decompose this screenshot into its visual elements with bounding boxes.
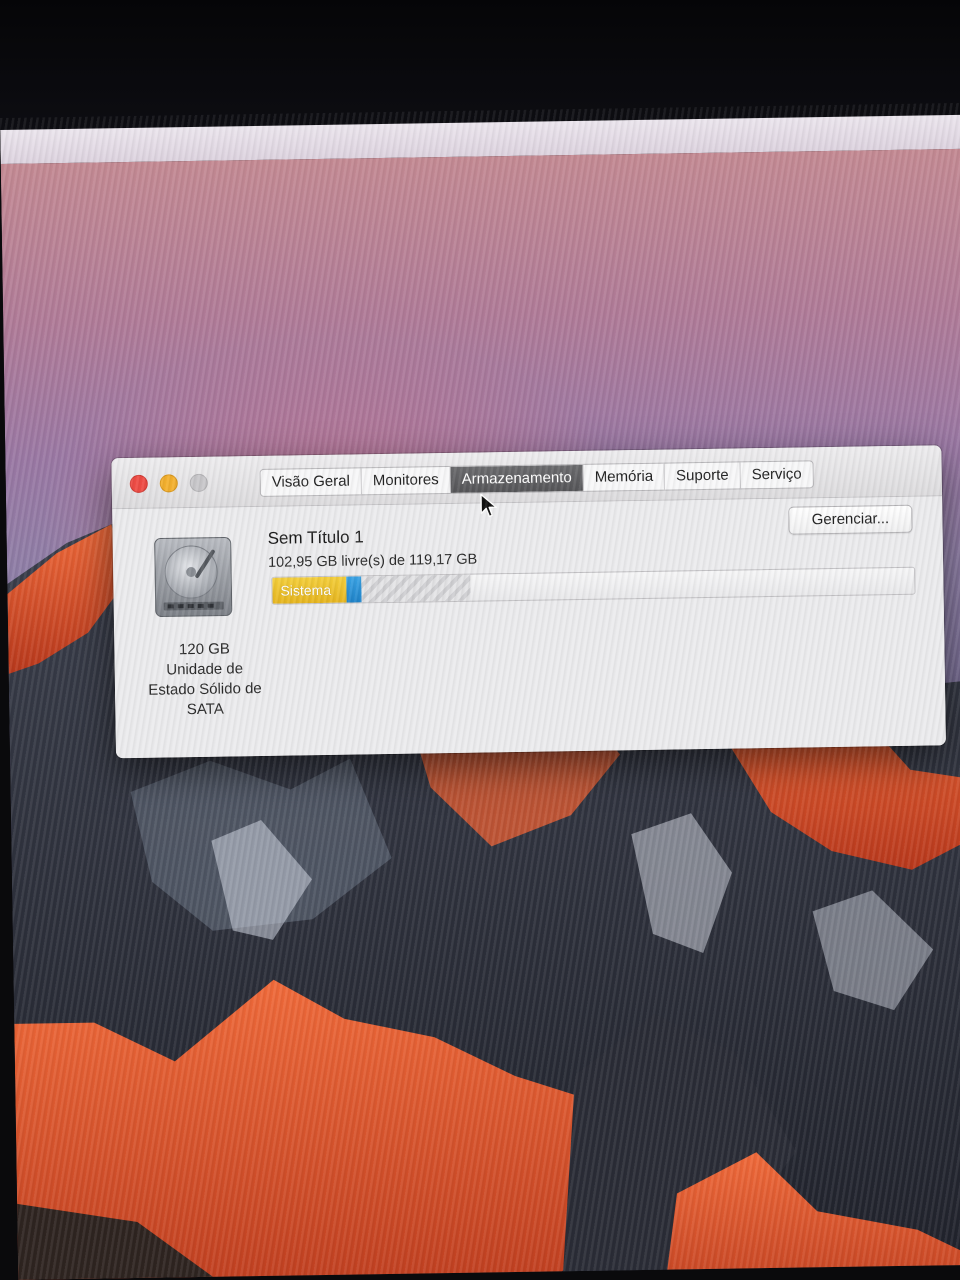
storage-segment-other[interactable]	[346, 576, 362, 603]
manage-button[interactable]: Gerenciar...	[788, 504, 913, 535]
screen: Visão Geral Monitores Armazenamento Memó…	[0, 102, 960, 1280]
mouse-pointer-icon	[480, 493, 497, 518]
close-button[interactable]	[129, 474, 148, 494]
disk-description: 120 GB Unidade de Estado Sólido de SATA	[124, 639, 285, 722]
disk-type-line-3: SATA	[186, 700, 224, 719]
storage-segment-purgeable[interactable]	[360, 574, 471, 603]
tab-displays[interactable]: Monitores	[361, 466, 451, 495]
desktop-wallpaper: Visão Geral Monitores Armazenamento Memó…	[0, 148, 960, 1280]
hard-drive-icon	[154, 537, 233, 618]
zoom-button[interactable]	[189, 473, 208, 493]
storage-segment-label: Sistema	[280, 581, 332, 599]
disk-type-line-1: Unidade de	[166, 660, 244, 679]
tab-service[interactable]: Serviço	[740, 461, 812, 488]
disk-type-line-2: Estado Sólido de	[148, 679, 262, 699]
photo-frame: Visão Geral Monitores Armazenamento Memó…	[0, 0, 960, 1280]
tab-overview[interactable]: Visão Geral	[260, 468, 363, 496]
storage-segment-system[interactable]: Sistema	[272, 576, 347, 604]
tab-support[interactable]: Suporte	[664, 462, 741, 490]
about-this-mac-window: Visão Geral Monitores Armazenamento Memó…	[111, 445, 946, 759]
tab-storage[interactable]: Armazenamento	[450, 464, 584, 493]
volume-free-space: 102,95 GB livre(s) de 119,17 GB	[267, 551, 478, 571]
storage-pane: 120 GB Unidade de Estado Sólido de SATA …	[112, 496, 946, 759]
storage-usage-bar[interactable]: Sistema	[271, 566, 916, 605]
tab-memory[interactable]: Memória	[583, 463, 666, 491]
volume-name: Sem Título 1	[267, 527, 364, 548]
disk-capacity: 120 GB	[178, 640, 230, 659]
minimize-button[interactable]	[159, 474, 178, 493]
tab-bar: Visão Geral Monitores Armazenamento Memó…	[259, 460, 814, 497]
